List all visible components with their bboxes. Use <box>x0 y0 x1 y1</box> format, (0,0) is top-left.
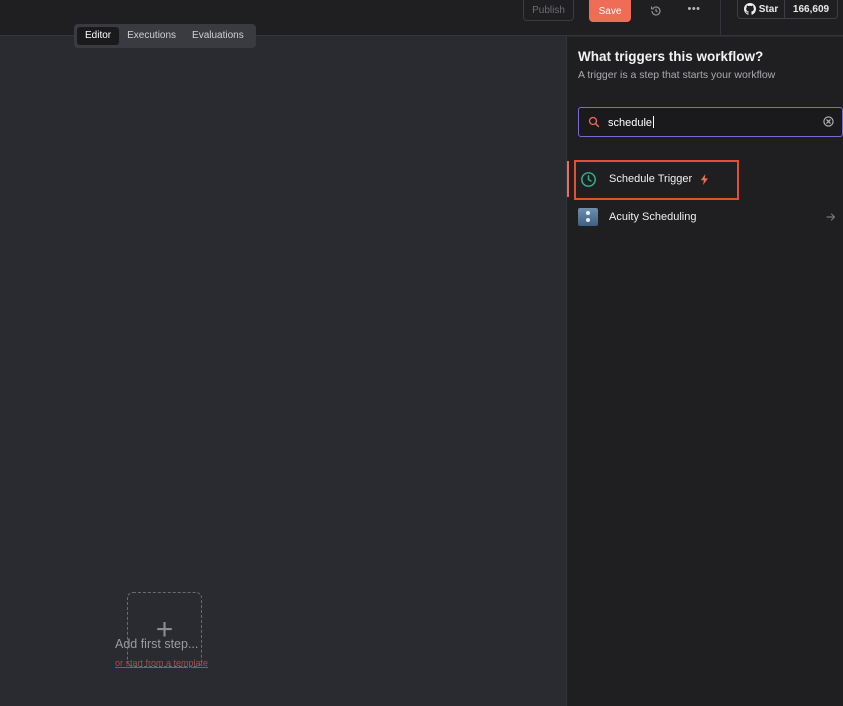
add-first-step-button[interactable]: + <box>127 592 202 667</box>
trigger-panel: What triggers this workflow? A trigger i… <box>566 37 843 706</box>
add-first-step-label: Add first step... <box>115 637 199 651</box>
panel-title: What triggers this workflow? <box>578 49 764 64</box>
clear-search-icon[interactable] <box>823 116 834 127</box>
more-options-icon[interactable]: ••• <box>687 2 701 16</box>
github-star-label: Star <box>758 3 779 15</box>
github-star-button[interactable]: Star 166,609 <box>737 0 838 19</box>
github-star-count: 166,609 <box>792 3 830 15</box>
search-value: schedule <box>608 117 653 129</box>
history-icon[interactable] <box>649 4 663 18</box>
publish-button[interactable]: Publish <box>523 0 574 21</box>
clock-icon <box>581 172 596 187</box>
bolt-icon <box>700 174 708 185</box>
topbar-divider <box>720 0 721 36</box>
tab-executions[interactable]: Executions <box>119 27 184 45</box>
acuity-scheduling-icon <box>578 208 598 226</box>
result-schedule-trigger[interactable]: Schedule Trigger <box>567 161 843 197</box>
start-from-template-link[interactable]: or start from a template <box>115 658 208 668</box>
tab-editor[interactable]: Editor <box>77 27 120 45</box>
view-tabs: Editor Executions Evaluations <box>74 24 256 48</box>
github-icon <box>743 3 756 15</box>
arrow-right-icon <box>826 213 836 221</box>
workflow-canvas[interactable]: + Add first step... or start from a temp… <box>0 37 566 706</box>
result-label: Schedule Trigger <box>609 173 693 185</box>
trigger-search-input[interactable]: schedule <box>578 107 843 137</box>
selected-indicator <box>567 161 569 197</box>
panel-subtitle: A trigger is a step that starts your wor… <box>578 69 776 81</box>
tab-evaluations[interactable]: Evaluations <box>184 27 252 45</box>
save-button[interactable]: Save <box>589 0 631 22</box>
search-icon <box>588 116 600 128</box>
result-acuity-scheduling[interactable]: Acuity Scheduling <box>567 199 843 235</box>
result-label: Acuity Scheduling <box>609 211 697 223</box>
